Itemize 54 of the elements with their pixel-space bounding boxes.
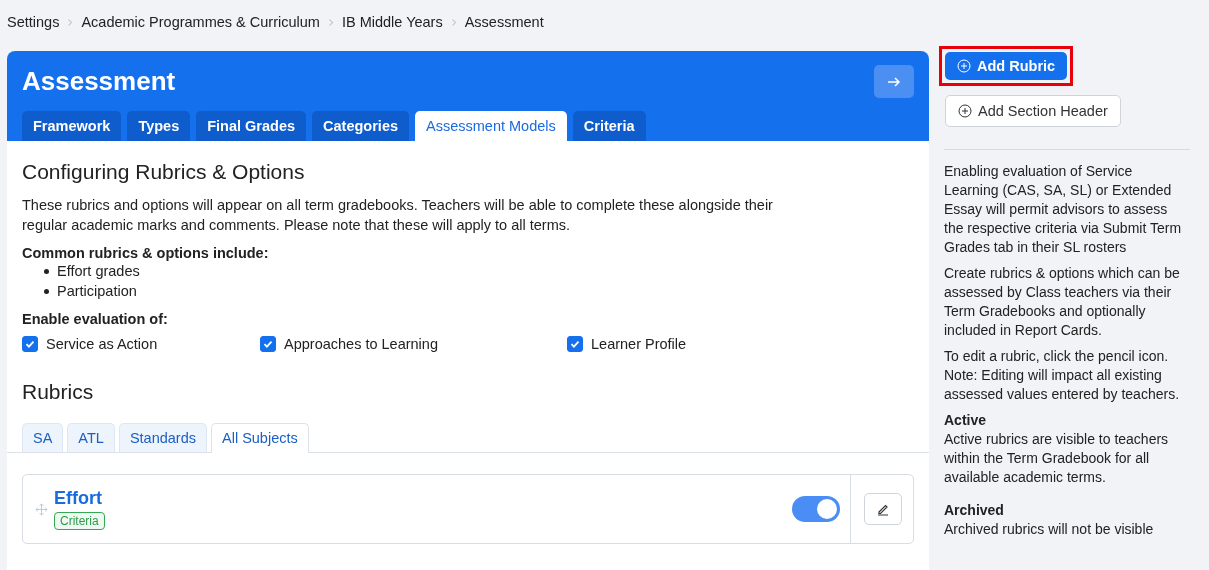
check-icon xyxy=(24,338,36,350)
move-icon[interactable] xyxy=(35,502,48,516)
chevron-icon xyxy=(450,17,457,27)
section-heading: Configuring Rubrics & Options xyxy=(22,160,306,184)
plus-circle-icon xyxy=(958,104,972,118)
tab[interactable]: Types xyxy=(127,111,191,141)
tab[interactable]: SA xyxy=(22,423,64,452)
note-heading: Active xyxy=(944,411,988,430)
criteria-tag: Criteria xyxy=(54,512,105,530)
note-heading: Archived xyxy=(944,501,1005,520)
checkbox-label: Service as Action xyxy=(46,336,158,352)
tab[interactable]: Standards xyxy=(118,423,207,452)
edit-button[interactable] xyxy=(864,493,902,525)
page-title: Assessment xyxy=(22,66,176,97)
list-item: Effort grades xyxy=(57,262,140,281)
checkbox-label: Approaches to Learning xyxy=(284,336,438,352)
breadcrumb-link[interactable]: Assessment xyxy=(464,14,544,30)
bullet-icon xyxy=(44,288,49,294)
list-heading: Common rubrics & options include: xyxy=(22,245,270,261)
breadcrumb-link[interactable]: Settings xyxy=(7,14,60,30)
tab[interactable]: All Subjects xyxy=(211,423,309,453)
checkbox[interactable] xyxy=(260,336,276,352)
help-text: Enabling evaluation of Service Learning (CAS, SA, SL) or Extended Essay will permit advisors to assess the respective criteria via Submit Term Grades tab in their SL rosters xyxy=(944,162,1183,257)
bullet-icon xyxy=(44,268,49,274)
help-text: Active rubrics are visible to teachers within the Term Gradebook for all available academic terms. xyxy=(944,430,1170,487)
add-header-button[interactable]: Add Section Header xyxy=(945,95,1121,127)
chevron-icon xyxy=(67,17,74,27)
intro-text: These rubrics and options will appear on all term gradebooks. Teachers will be able to complete these alongside their regular academic marks and comments. Please note that these will apply to all terms. xyxy=(22,196,774,235)
checkbox[interactable] xyxy=(567,336,583,352)
checkbox[interactable] xyxy=(22,336,38,352)
tab[interactable]: Final Grades xyxy=(196,111,307,141)
pencil-icon xyxy=(876,502,890,516)
tab[interactable]: Assessment Models xyxy=(415,111,567,141)
help-text: Create rubrics & options which can be assessed by Class teachers via their Term Gradebooks and optionally included in Report Cards. xyxy=(944,264,1181,340)
list-item: Participation xyxy=(57,282,137,301)
toggle-switch[interactable] xyxy=(792,496,840,522)
help-text: Archived rubrics will not be visible xyxy=(944,520,1155,539)
tab[interactable]: ATL xyxy=(67,423,115,452)
breadcrumb-link[interactable]: Academic Programmes & Curriculum xyxy=(81,14,320,30)
options-heading: Enable evaluation of: xyxy=(22,311,169,327)
help-text: To edit a rubric, click the pencil icon. Note: Editing will impact all existing assessed values entered by teachers. xyxy=(944,347,1181,404)
breadcrumb-link[interactable]: IB Middle Years xyxy=(341,14,443,30)
tab[interactable]: Categories xyxy=(312,111,409,141)
plus-circle-icon xyxy=(957,59,971,73)
rubric-name[interactable]: Effort xyxy=(54,488,102,509)
tab[interactable]: Framework xyxy=(22,111,122,141)
check-icon xyxy=(569,338,581,350)
forward-button[interactable] xyxy=(874,65,914,98)
check-icon xyxy=(262,338,274,350)
chevron-icon xyxy=(327,17,334,27)
add-rubric-button[interactable]: Add Rubric xyxy=(945,52,1068,80)
checkbox-label: Learner Profile xyxy=(591,336,687,352)
tab[interactable]: Criteria xyxy=(572,111,646,141)
section-heading: Rubrics xyxy=(22,380,95,404)
